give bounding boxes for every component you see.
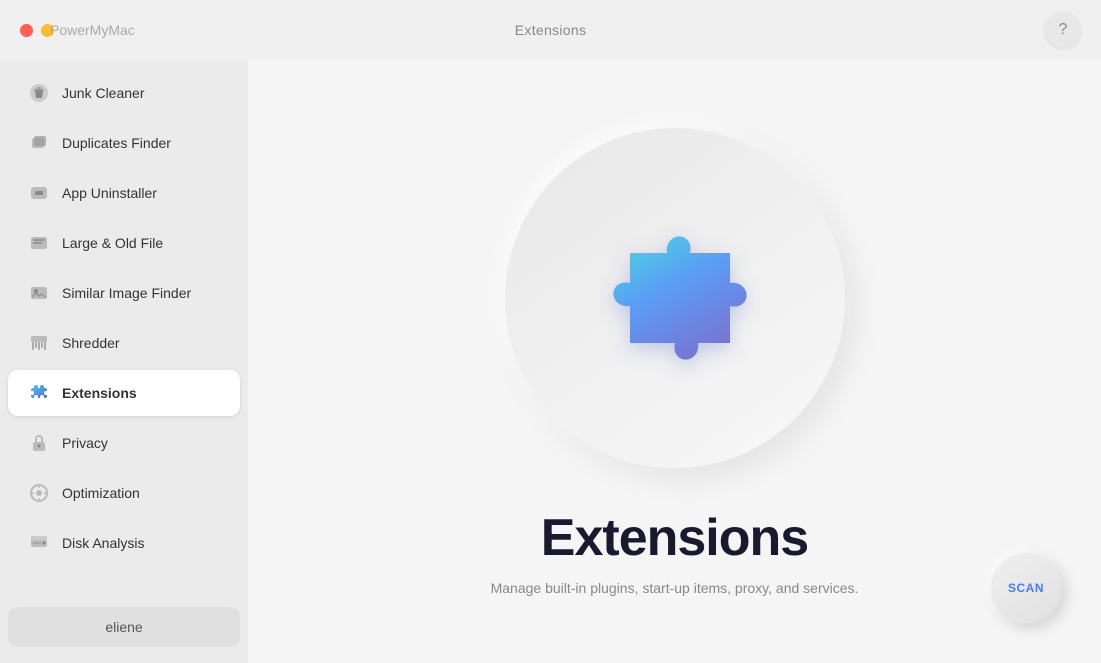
puzzle-illustration [575,198,775,398]
hero-subtitle: Manage built-in plugins, start-up items,… [491,580,859,596]
junk-cleaner-icon [28,82,50,104]
sidebar-item-disk-analysis-label: Disk Analysis [62,535,144,551]
optimization-icon [28,482,50,504]
sidebar-item-app-uninstaller-label: App Uninstaller [62,185,157,201]
sidebar-item-duplicates-finder-label: Duplicates Finder [62,135,171,151]
sidebar-item-large-old-file-label: Large & Old File [62,235,163,251]
sidebar-item-duplicates-finder[interactable]: Duplicates Finder [8,120,240,166]
sidebar: Junk Cleaner Duplicates Finder App Unins… [0,60,248,663]
sidebar-item-shredder-label: Shredder [62,335,120,351]
user-button[interactable]: eliene [8,607,240,647]
sidebar-item-privacy-label: Privacy [62,435,108,451]
scan-button[interactable]: SCAN [991,553,1061,623]
sidebar-item-shredder[interactable]: Shredder [8,320,240,366]
sidebar-item-app-uninstaller[interactable]: App Uninstaller [8,170,240,216]
content-area: Extensions Manage built-in plugins, star… [248,60,1101,663]
privacy-icon [28,432,50,454]
sidebar-item-extensions[interactable]: Extensions [8,370,240,416]
hero-circle [505,128,845,468]
sidebar-item-large-old-file[interactable]: Large & Old File [8,220,240,266]
sidebar-footer: eliene [0,599,248,655]
sidebar-item-similar-image-finder[interactable]: Similar Image Finder [8,270,240,316]
sidebar-item-junk-cleaner-label: Junk Cleaner [62,85,145,101]
sidebar-item-junk-cleaner[interactable]: Junk Cleaner [8,70,240,116]
sidebar-item-privacy[interactable]: Privacy [8,420,240,466]
disk-analysis-icon [28,532,50,554]
window-title: Extensions [515,22,586,38]
large-old-file-icon [28,232,50,254]
extensions-icon [28,382,50,404]
window-controls [20,24,54,37]
duplicates-finder-icon [28,132,50,154]
main-layout: Junk Cleaner Duplicates Finder App Unins… [0,60,1101,663]
sidebar-item-optimization[interactable]: Optimization [8,470,240,516]
sidebar-item-disk-analysis[interactable]: Disk Analysis [8,520,240,566]
similar-image-finder-icon [28,282,50,304]
titlebar: PowerMyMac Extensions ? [0,0,1101,60]
app-uninstaller-icon [28,182,50,204]
app-brand: PowerMyMac [50,22,135,38]
sidebar-item-extensions-label: Extensions [62,385,137,401]
hero-title: Extensions [541,508,808,568]
sidebar-item-similar-image-finder-label: Similar Image Finder [62,285,191,301]
close-button[interactable] [20,24,33,37]
sidebar-item-optimization-label: Optimization [62,485,140,501]
help-button[interactable]: ? [1045,12,1081,48]
shredder-icon [28,332,50,354]
